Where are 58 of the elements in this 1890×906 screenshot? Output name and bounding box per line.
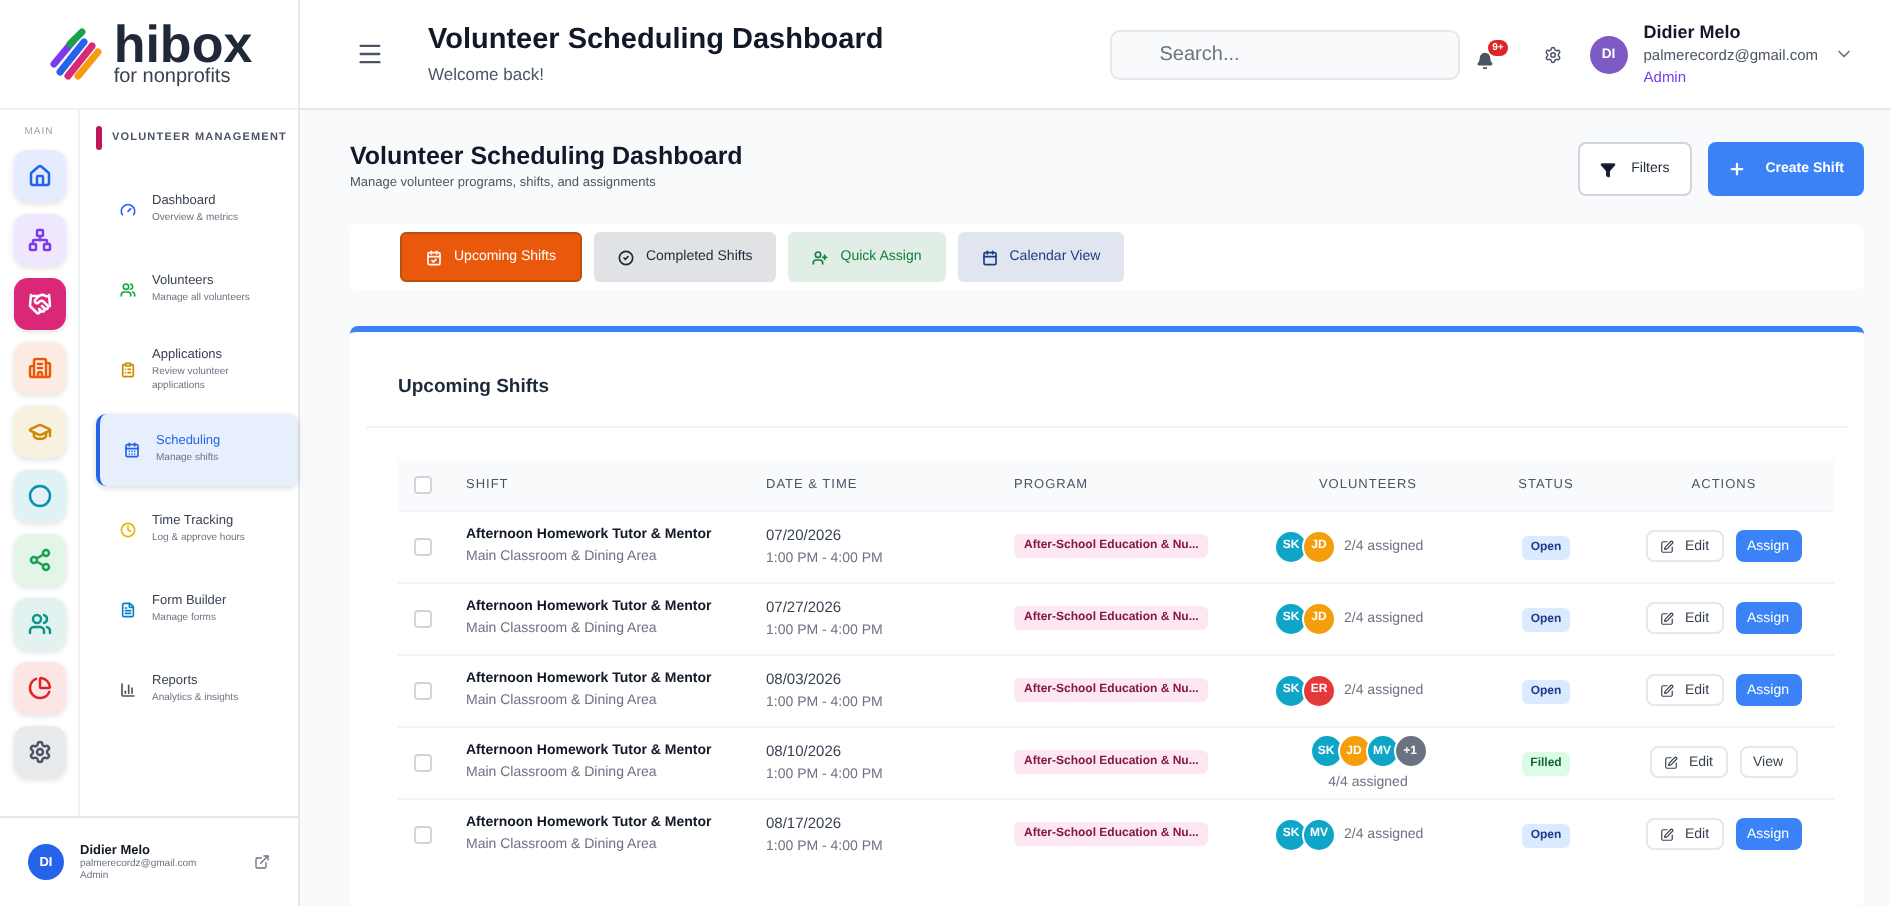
- settings-button[interactable]: [1543, 45, 1562, 63]
- row-checkbox[interactable]: [414, 825, 432, 844]
- edit-icon: [1664, 755, 1679, 769]
- row-checkbox[interactable]: [414, 609, 432, 627]
- gauge-icon: [120, 202, 136, 218]
- rail-button[interactable]: [13, 534, 65, 586]
- select-all-checkbox[interactable]: [414, 475, 432, 494]
- network-icon: [27, 548, 51, 572]
- clock-icon: [120, 522, 136, 538]
- logo-tagline: for nonprofits: [113, 65, 233, 87]
- rail-button[interactable]: [13, 470, 65, 522]
- graduation-cap-icon: [27, 420, 51, 444]
- pie-chart-icon: [27, 676, 51, 700]
- edit-icon: [1660, 539, 1675, 553]
- settings-icon: [1543, 45, 1562, 63]
- menu-button[interactable]: [356, 40, 384, 68]
- edit-icon: [1660, 683, 1675, 697]
- edit-icon: [1660, 827, 1675, 842]
- bell-icon: [1475, 51, 1494, 69]
- calendar-icon: [981, 249, 998, 265]
- bar-chart-icon: [120, 682, 136, 698]
- filter-icon: [1599, 161, 1616, 177]
- rail-button[interactable]: [13, 726, 65, 778]
- calendar-icon: [124, 442, 140, 458]
- rail-button[interactable]: [13, 214, 65, 266]
- edit-icon: [1660, 611, 1675, 625]
- check-circle-icon: [617, 249, 634, 265]
- building-icon: [27, 356, 51, 380]
- logo-name: hibox: [113, 21, 253, 65]
- row-checkbox[interactable]: [414, 681, 432, 699]
- users-icon: [120, 282, 136, 298]
- document-icon: [120, 602, 136, 618]
- row-checkbox[interactable]: [414, 537, 432, 555]
- handshake-icon: [27, 292, 51, 316]
- card-title: Upcoming Shifts: [366, 332, 1848, 428]
- circle-icon: [27, 484, 51, 508]
- header-title: Volunteer Scheduling Dashboard: [428, 24, 884, 56]
- search-field[interactable]: Search...: [1109, 29, 1460, 79]
- row-checkbox[interactable]: [414, 753, 432, 771]
- home-icon: [27, 164, 51, 188]
- clipboard-icon: [120, 362, 136, 378]
- page-title: Volunteer Scheduling Dashboard: [350, 142, 745, 170]
- header-subtitle: Welcome back!: [428, 64, 546, 84]
- users-icon: [27, 612, 51, 636]
- plus-icon: [1727, 160, 1746, 178]
- rail-button[interactable]: [13, 278, 65, 330]
- settings-icon: [27, 740, 51, 764]
- menu-icon: [356, 40, 384, 68]
- rail-button[interactable]: [13, 662, 65, 714]
- rail-button[interactable]: [13, 598, 65, 650]
- external-link-icon[interactable]: [254, 854, 270, 870]
- user-plus-icon: [812, 249, 829, 265]
- rail-button[interactable]: [13, 150, 65, 202]
- logo-icon: [45, 24, 106, 84]
- hierarchy-icon: [27, 228, 51, 252]
- user-name: Didier Melo: [1643, 22, 1743, 42]
- calendar-icon: [426, 249, 442, 265]
- rail-button[interactable]: [13, 342, 65, 394]
